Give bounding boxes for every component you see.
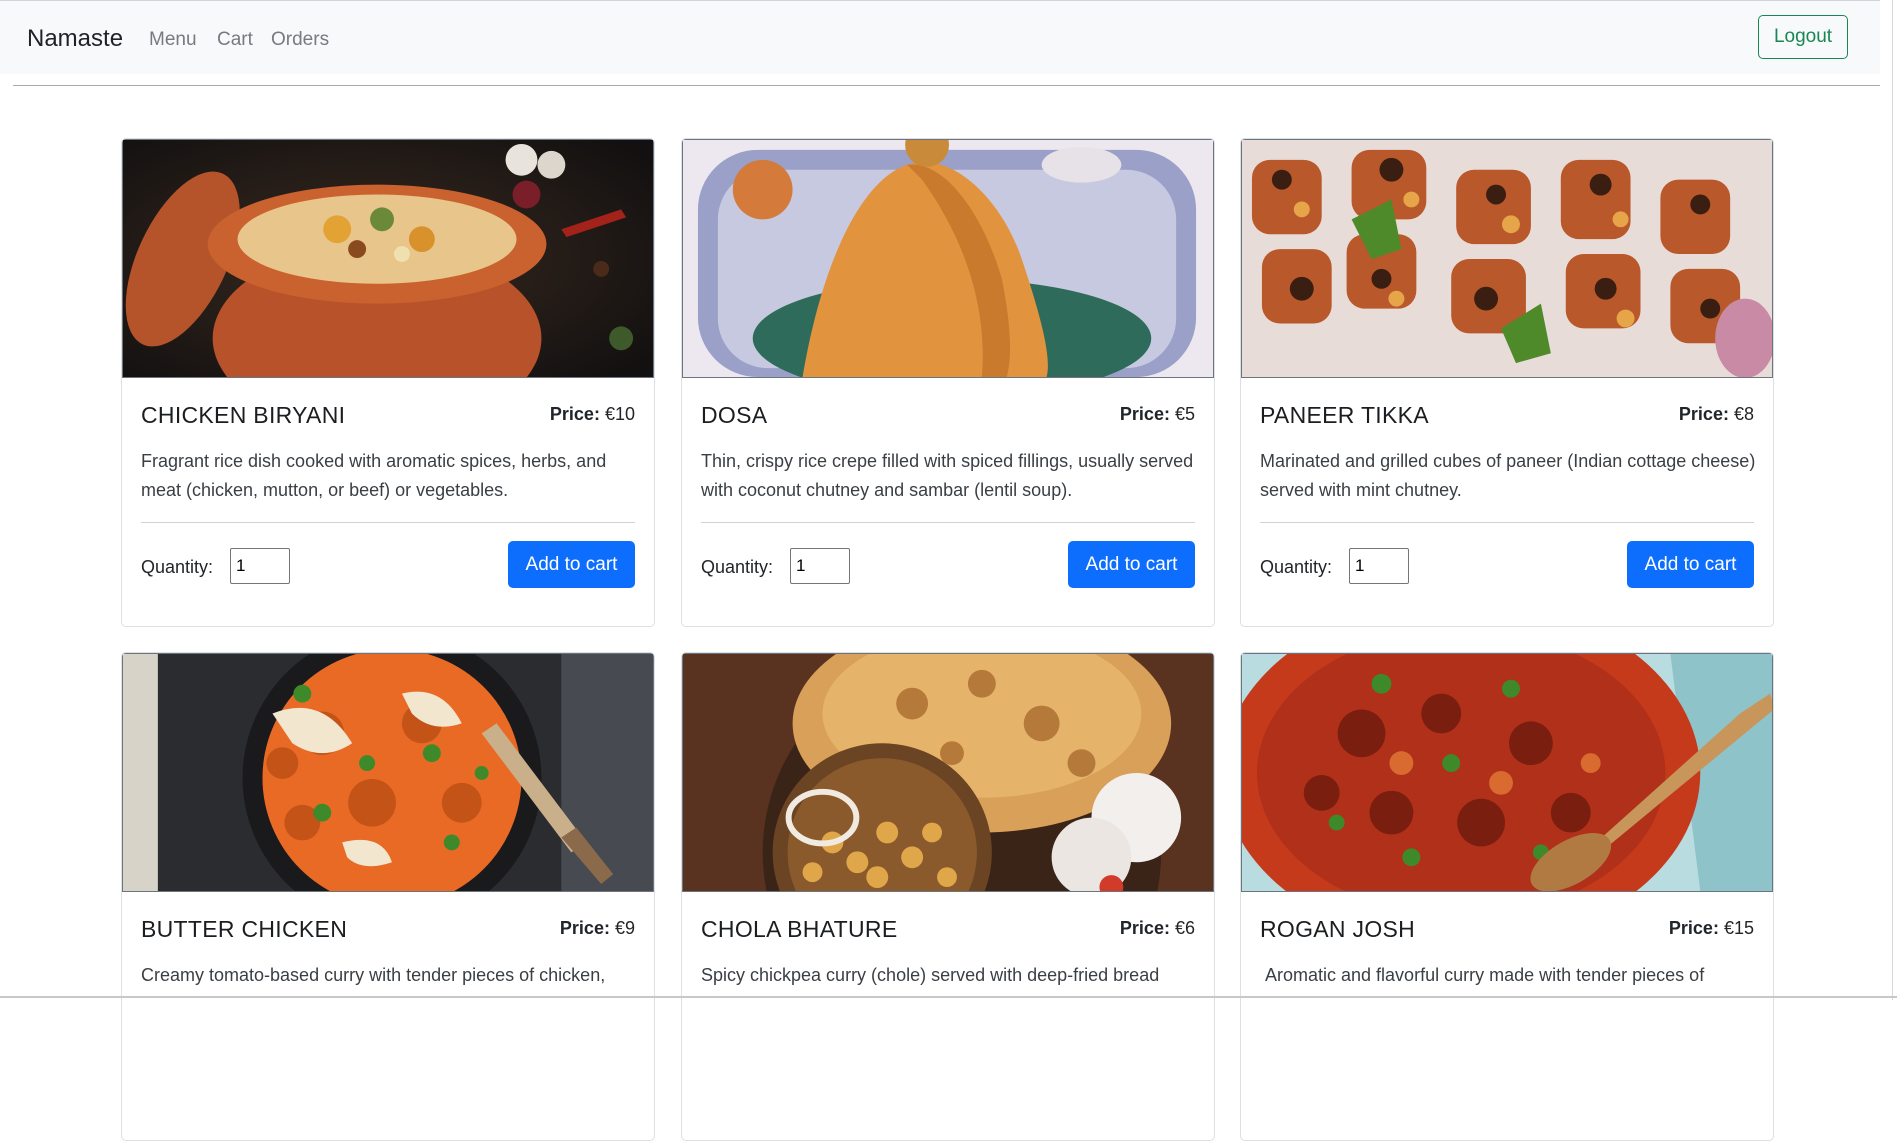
nav-link-orders[interactable]: Orders — [271, 29, 329, 51]
item-title: PANEER TIKKA — [1260, 402, 1429, 428]
chicken-biryani-image — [122, 139, 654, 378]
quantity-label: Quantity: — [701, 557, 774, 577]
price-value: €9 — [614, 918, 635, 938]
price-value: €10 — [604, 404, 635, 424]
add-to-cart-button[interactable]: Add to cart — [508, 541, 635, 588]
item-price: Price: €5 — [1120, 404, 1195, 425]
item-description: Creamy tomato-based curry with tender pi… — [141, 965, 606, 985]
item-title: CHOLA BHATURE — [701, 916, 898, 942]
price-value: €6 — [1174, 918, 1195, 938]
menu-card-rogan-josh: ROGAN JOSH Price: €15 Aromatic and flavo… — [1240, 652, 1774, 1141]
brand-link[interactable]: Namaste — [27, 25, 123, 53]
price-label: Price: — [559, 918, 610, 938]
card-divider — [1260, 522, 1754, 523]
item-price: Price: €15 — [1669, 918, 1754, 939]
quantity-input[interactable] — [1349, 548, 1409, 584]
navbar: Namaste Menu Cart Orders Logout — [0, 0, 1880, 74]
menu-card-butter-chicken: BUTTER CHICKEN Price: €9 Creamy tomato-b… — [121, 652, 655, 1141]
rogan-josh-image — [1241, 653, 1773, 892]
menu-card-chola-bhature: CHOLA BHATURE Price: €6 Spicy chickpea c… — [681, 652, 1215, 1141]
butter-chicken-image — [122, 653, 654, 892]
card-divider — [141, 522, 635, 523]
card-divider — [701, 522, 1195, 523]
header-divider — [13, 85, 1880, 86]
item-title: ROGAN JOSH — [1260, 916, 1416, 942]
add-to-cart-button[interactable]: Add to cart — [1068, 541, 1195, 588]
price-label: Price: — [1119, 918, 1170, 938]
item-title: BUTTER CHICKEN — [141, 916, 348, 942]
item-price: Price: €9 — [560, 918, 635, 939]
price-value: €8 — [1733, 404, 1754, 424]
price-label: Price: — [1119, 404, 1170, 424]
quantity-label: Quantity: — [141, 557, 214, 577]
price-label: Price: — [549, 404, 600, 424]
logout-button[interactable]: Logout — [1758, 15, 1848, 59]
window-bottom-edge — [0, 996, 1897, 998]
price-value: €15 — [1723, 918, 1754, 938]
item-price: Price: €10 — [550, 404, 635, 425]
add-to-cart-button[interactable]: Add to cart — [1627, 541, 1754, 588]
chola-bhature-image — [682, 653, 1214, 892]
menu-card-chicken-biryani: CHICKEN BIRYANI Price: €10 Fragrant rice… — [121, 138, 655, 627]
item-description: Thin, crispy rice crepe filled with spic… — [701, 451, 1194, 500]
quantity-input[interactable] — [230, 548, 290, 584]
quantity-label: Quantity: — [1260, 557, 1333, 577]
item-description: Marinated and grilled cubes of paneer (I… — [1260, 451, 1756, 500]
item-title: CHICKEN BIRYANI — [141, 402, 346, 428]
item-price: Price: €8 — [1679, 404, 1754, 425]
price-value: €5 — [1174, 404, 1195, 424]
item-description: Aromatic and flavorful curry made with t… — [1265, 965, 1705, 985]
menu-card-dosa: DOSA Price: €5 Thin, crispy rice crepe f… — [681, 138, 1215, 627]
menu-card-paneer-tikka: PANEER TIKKA Price: €8 Marinated and gri… — [1240, 138, 1774, 627]
price-label: Price: — [1678, 404, 1729, 424]
item-price: Price: €6 — [1120, 918, 1195, 939]
nav-link-cart[interactable]: Cart — [217, 29, 253, 51]
item-title: DOSA — [701, 402, 768, 428]
item-description: Fragrant rice dish cooked with aromatic … — [141, 451, 607, 500]
window-right-edge — [1892, 0, 1893, 1000]
item-description: Spicy chickpea curry (chole) served with… — [701, 965, 1160, 985]
price-label: Price: — [1668, 918, 1719, 938]
quantity-input[interactable] — [790, 548, 850, 584]
dosa-image — [682, 139, 1214, 378]
paneer-tikka-image — [1241, 139, 1773, 378]
nav-link-menu[interactable]: Menu — [149, 29, 197, 51]
